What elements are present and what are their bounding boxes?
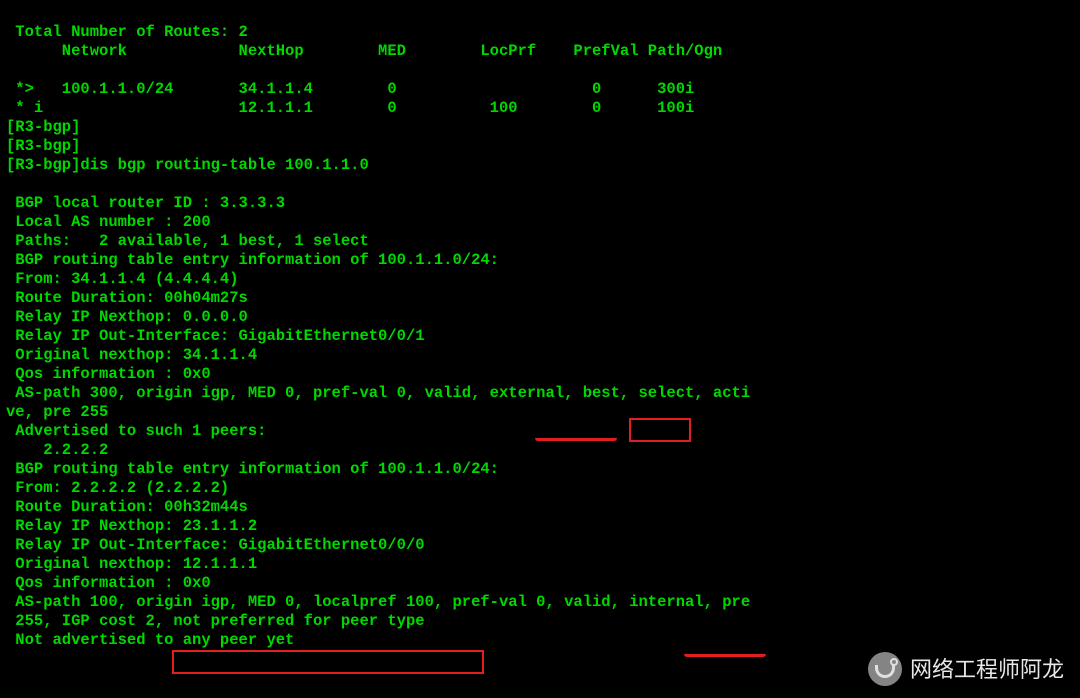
bgp-entry-header-1: BGP routing table entry information of 1… [6,251,499,269]
bgp-relay-outif-1: Relay IP Out-Interface: GigabitEthernet0… [6,327,425,345]
cli-prompt[interactable]: [R3-bgp] [6,118,80,136]
bgp-aspath-1b: ve, pre 255 [6,403,108,421]
bgp-orig-nexthop-1: Original nexthop: 34.1.1.4 [6,346,257,364]
bgp-aspath-2b: 255, IGP cost 2, not preferred for peer … [6,612,425,630]
bgp-relay-outif-2: Relay IP Out-Interface: GigabitEthernet0… [6,536,425,554]
bgp-aspath-1a: AS-path 300, origin igp, MED 0, pref-val… [6,384,750,402]
bgp-from-2: From: 2.2.2.2 (2.2.2.2) [6,479,229,497]
bgp-relay-nexthop-2: Relay IP Nexthop: 23.1.1.2 [6,517,257,535]
cli-command[interactable]: [R3-bgp]dis bgp routing-table 100.1.1.0 [6,156,369,174]
bgp-entry-header-2: BGP routing table entry information of 1… [6,460,499,478]
route-row-2: * i 12.1.1.1 0 100 0 100i [6,99,694,117]
bgp-paths: Paths: 2 available, 1 best, 1 select [6,232,369,250]
cli-prompt[interactable]: [R3-bgp] [6,137,80,155]
bgp-qos-2: Qos information : 0x0 [6,574,211,592]
watermark: 网络工程师阿龙 [868,652,1064,686]
bgp-qos-1: Qos information : 0x0 [6,365,211,383]
bgp-router-id: BGP local router ID : 3.3.3.3 [6,194,285,212]
terminal-output: Total Number of Routes: 2 Network NextHo… [0,0,1080,652]
annotation-box-best [629,418,691,442]
bgp-advert-2: Not advertised to any peer yet [6,631,294,649]
route-row-1: *> 100.1.1.0/24 34.1.1.4 0 0 300i [6,80,694,98]
annotation-underline-internal [684,654,766,657]
bgp-advert-1: Advertised to such 1 peers: [6,422,266,440]
routes-total: Total Number of Routes: 2 [6,23,248,41]
bgp-relay-nexthop-1: Relay IP Nexthop: 0.0.0.0 [6,308,248,326]
annotation-box-not-preferred [172,650,484,674]
bgp-orig-nexthop-2: Original nexthop: 12.1.1.1 [6,555,257,573]
bgp-duration-2: Route Duration: 00h32m44s [6,498,248,516]
watermark-text: 网络工程师阿龙 [910,660,1064,679]
routes-header: Network NextHop MED LocPrf PrefVal Path/… [6,42,722,60]
annotation-underline-external [535,438,617,441]
bgp-local-as: Local AS number : 200 [6,213,211,231]
bgp-duration-1: Route Duration: 00h04m27s [6,289,248,307]
wechat-icon [868,652,902,686]
bgp-peer-1: 2.2.2.2 [6,441,108,459]
bgp-aspath-2a: AS-path 100, origin igp, MED 0, localpre… [6,593,750,611]
bgp-from-1: From: 34.1.1.4 (4.4.4.4) [6,270,239,288]
